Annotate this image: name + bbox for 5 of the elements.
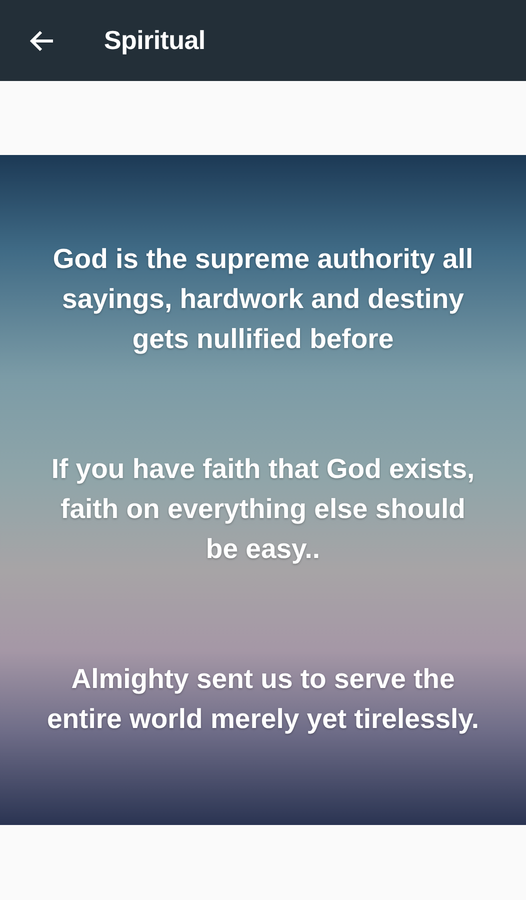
- quote-text: If you have faith that God exists, faith on everything else should be easy..: [50, 452, 476, 566]
- screen-title: Spiritual: [104, 25, 206, 56]
- quote-text: Almighty sent us to serve the entire world merely yet tirelessly.: [46, 662, 480, 736]
- back-arrow-icon: [29, 30, 55, 52]
- quote-text: God is the supreme authority all sayings, hardwork and destiny gets nullified before: [52, 242, 474, 356]
